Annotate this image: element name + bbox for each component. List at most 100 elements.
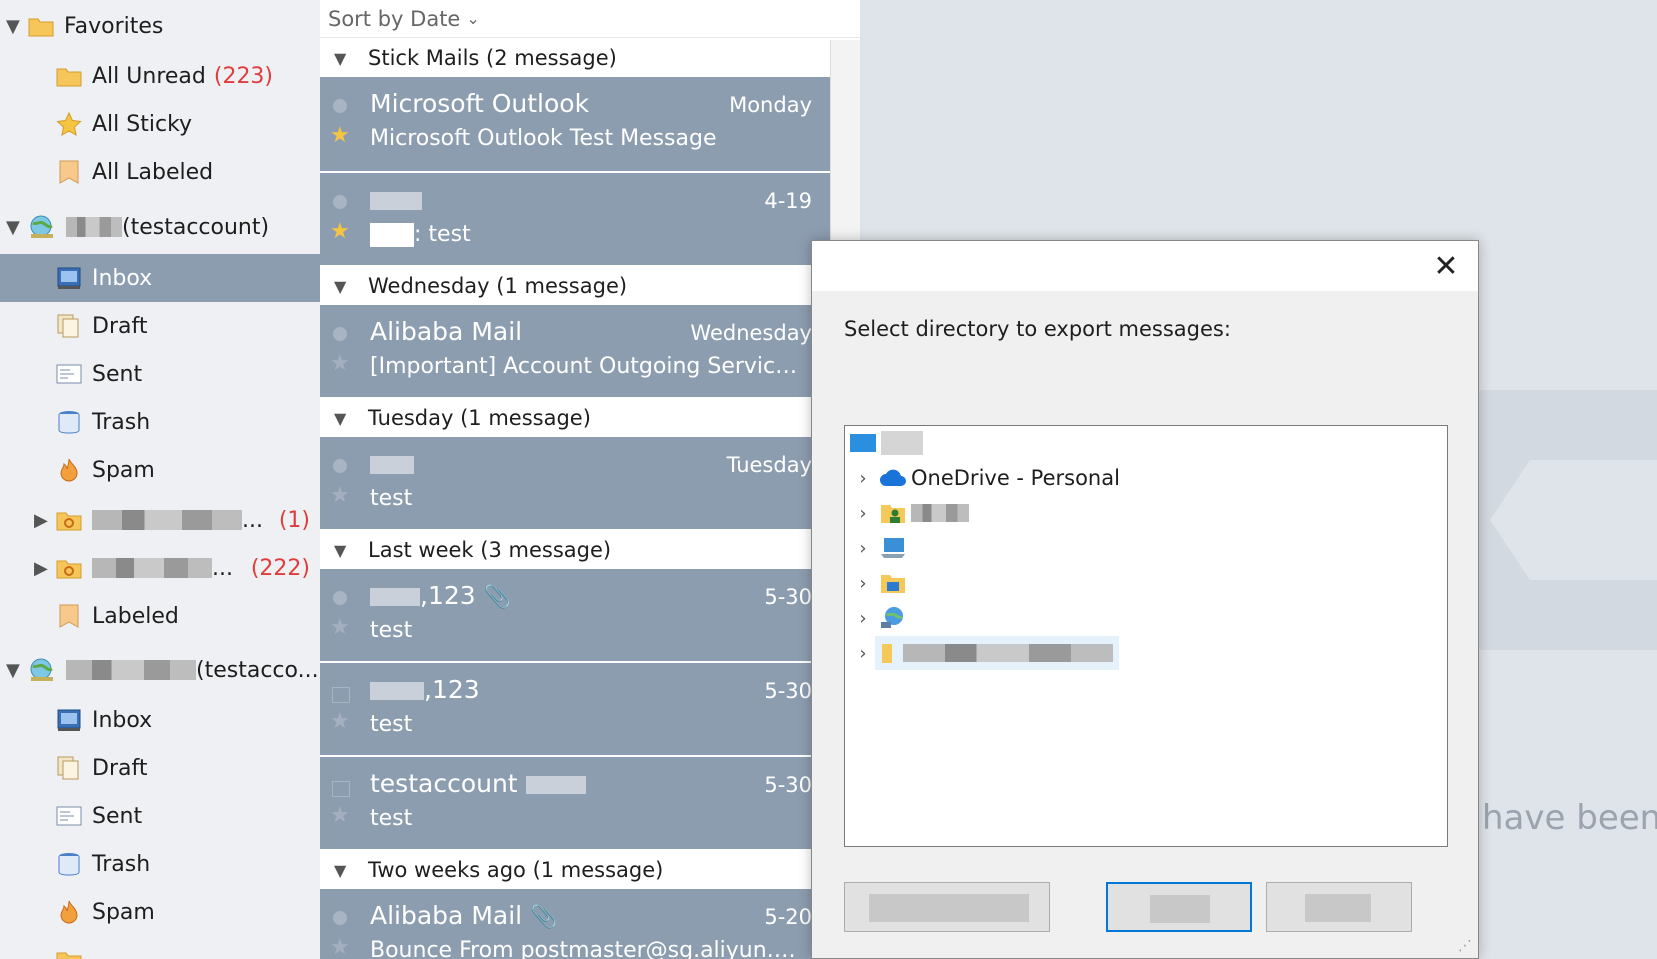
expand-triangle-icon[interactable]: ▶: [34, 510, 48, 531]
sidebar-item-draft-2[interactable]: Draft: [0, 744, 320, 792]
star-icon[interactable]: ★: [330, 123, 350, 148]
unread-dot-icon[interactable]: [333, 459, 347, 473]
sidebar-item-spam[interactable]: Spam: [0, 446, 320, 494]
sidebar-item-sync-folder-2[interactable]: ▶ ... (222): [0, 544, 320, 592]
mail-item[interactable]: testaccount 5-30 ★ test: [320, 757, 830, 849]
sidebar-item-label: Spam: [92, 457, 155, 483]
unread-dot-icon[interactable]: [333, 911, 347, 925]
mail-list-pane: Sort by Date ⌄ ▼ Stick Mails (2 message)…: [320, 0, 860, 959]
sidebar-item-label: Trash: [92, 409, 151, 435]
mail-item[interactable]: Alibaba Mail Wednesday ★ [Important] Acc…: [320, 305, 830, 397]
collapse-triangle-icon[interactable]: ▼: [334, 861, 350, 880]
star-icon[interactable]: ★: [330, 351, 350, 376]
sidebar-item-trash-2[interactable]: Trash: [0, 840, 320, 888]
collapse-triangle-icon[interactable]: ▼: [334, 409, 350, 428]
mail-subject: test: [370, 618, 413, 643]
chevron-right-icon[interactable]: ›: [851, 503, 875, 524]
expand-triangle-icon[interactable]: ▼: [6, 217, 20, 238]
mail-date: 4-19: [764, 189, 812, 213]
group-header-tuesday[interactable]: ▼ Tuesday (1 message): [320, 399, 830, 437]
star-icon[interactable]: ★: [330, 219, 350, 244]
group-header-stick[interactable]: ▼ Stick Mails (2 message): [320, 39, 830, 77]
tree-item-user[interactable]: ›: [845, 496, 969, 530]
mail-item[interactable]: ,123 📎 5-30 ★ test: [320, 569, 830, 661]
star-icon[interactable]: ★: [330, 935, 350, 959]
tree-item-this-pc[interactable]: ›: [845, 531, 911, 565]
chevron-right-icon[interactable]: ›: [851, 468, 875, 489]
collapse-triangle-icon[interactable]: ▼: [334, 277, 350, 296]
mail-list-scrollbar[interactable]: [830, 40, 860, 270]
collapse-triangle-icon[interactable]: ▼: [334, 49, 350, 68]
chevron-right-icon[interactable]: ›: [851, 538, 875, 559]
mail-date: 5-30: [764, 585, 812, 609]
unread-dot-icon[interactable]: [333, 99, 347, 113]
group-header-last-week[interactable]: ▼ Last week (3 message): [320, 531, 830, 569]
unread-dot-icon[interactable]: [333, 195, 347, 209]
chevron-right-icon[interactable]: ›: [851, 573, 875, 594]
sidebar-item-sent[interactable]: Sent: [0, 350, 320, 398]
sidebar-item-inbox[interactable]: Inbox: [0, 254, 320, 302]
cancel-button[interactable]: [1266, 882, 1412, 932]
export-directory-dialog: ✕ Select directory to export messages: ›…: [811, 240, 1479, 959]
expand-triangle-icon[interactable]: ▼: [6, 16, 20, 37]
collapse-triangle-icon[interactable]: ▼: [334, 541, 350, 560]
dialog-body: Select directory to export messages: › O…: [812, 291, 1478, 958]
expand-triangle-icon[interactable]: ▶: [34, 558, 48, 579]
mail-sender: ,123: [370, 675, 480, 704]
star-icon[interactable]: ★: [330, 803, 350, 828]
sidebar-item-label: All Labeled: [92, 159, 214, 185]
redacted-account-name: [66, 660, 196, 680]
sidebar-item-draft[interactable]: Draft: [0, 302, 320, 350]
sidebar-item-trash[interactable]: Trash: [0, 398, 320, 446]
sidebar-item-all-labeled[interactable]: All Labeled: [0, 148, 320, 196]
star-icon[interactable]: ★: [330, 709, 350, 734]
sidebar-item-inbox-2[interactable]: Inbox: [0, 696, 320, 744]
sidebar-item-spam-2[interactable]: Spam: [0, 888, 320, 936]
expand-triangle-icon[interactable]: ▼: [6, 660, 20, 681]
account-header-1[interactable]: ▼ (testaccount): [0, 203, 320, 251]
redacted-button-label: [1305, 894, 1371, 922]
chevron-right-icon[interactable]: ›: [851, 608, 875, 629]
unread-dot-icon[interactable]: [333, 591, 347, 605]
make-new-folder-button[interactable]: [844, 882, 1050, 932]
tree-item-libraries[interactable]: ›: [845, 566, 911, 600]
star-icon[interactable]: ★: [330, 483, 350, 508]
chevron-right-icon[interactable]: ›: [851, 643, 875, 664]
directory-tree[interactable]: › OneDrive - Personal › › › › ›: [844, 425, 1448, 847]
ok-button[interactable]: [1106, 882, 1252, 932]
star-icon: [56, 112, 82, 136]
tree-item-selected-folder[interactable]: ›: [845, 636, 1119, 670]
sidebar-item-labeled[interactable]: Labeled: [0, 592, 320, 640]
resize-grip-icon[interactable]: ⋰: [1458, 938, 1474, 954]
folder-icon: [28, 18, 54, 37]
tree-item-onedrive[interactable]: › OneDrive - Personal: [845, 461, 1120, 495]
sidebar-item-label: Trash: [92, 851, 151, 877]
group-header-two-weeks-ago[interactable]: ▼ Two weeks ago (1 message): [320, 851, 830, 889]
group-label: Wednesday (1 message): [368, 274, 628, 298]
paperclip-icon: 📎: [483, 585, 512, 610]
tree-item-network[interactable]: ›: [845, 601, 911, 635]
sidebar-item-label: Inbox: [92, 707, 153, 733]
mail-item[interactable]: 4-19 ★ : test: [320, 173, 830, 265]
mail-item[interactable]: ,123 5-30 ★ test: [320, 663, 830, 755]
group-header-wednesday[interactable]: ▼ Wednesday (1 message): [320, 267, 830, 305]
unread-dot-icon[interactable]: [333, 327, 347, 341]
sidebar-item-sent-2[interactable]: Sent: [0, 792, 320, 840]
account-globe-icon: [30, 215, 53, 238]
sidebar-item-partial[interactable]: [0, 936, 320, 959]
favorites-header[interactable]: ▼ Favorites: [0, 2, 320, 50]
redacted-button-label: [1150, 895, 1210, 923]
sort-dropdown[interactable]: Sort by Date ⌄: [320, 0, 860, 38]
star-icon[interactable]: ★: [330, 615, 350, 640]
mail-date: 5-20: [764, 905, 812, 929]
sidebar-item-all-unread[interactable]: All Unread (223): [0, 52, 320, 100]
sidebar-item-sync-folder-1[interactable]: ▶ ... (1): [0, 496, 320, 544]
mail-item[interactable]: Tuesday ★ test: [320, 437, 830, 529]
mail-item[interactable]: Alibaba Mail 📎 5-20 ★ Bounce From postma…: [320, 889, 830, 959]
account-header-2[interactable]: ▼ (testacco...: [0, 646, 320, 694]
close-icon[interactable]: ✕: [1428, 249, 1464, 285]
sidebar-item-all-sticky[interactable]: All Sticky: [0, 100, 320, 148]
sidebar-item-label: Draft: [92, 755, 148, 781]
mail-item[interactable]: Microsoft Outlook Monday ★ Microsoft Out…: [320, 77, 830, 171]
tree-item-desktop[interactable]: [845, 426, 923, 460]
